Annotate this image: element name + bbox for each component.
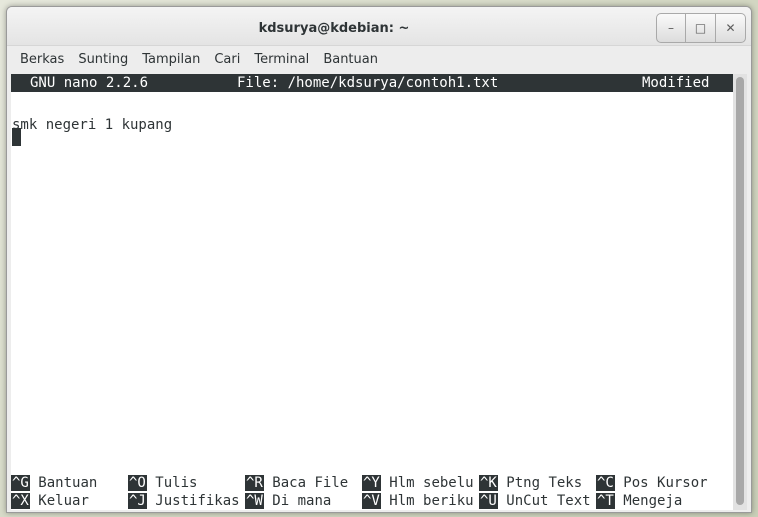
menu-berkas[interactable]: Berkas — [13, 50, 71, 69]
shortcut-help[interactable]: ^G Bantuan — [11, 474, 97, 492]
nano-header-bar: GNU nano 2.2.6 File: /home/kdsurya/conto… — [11, 74, 733, 92]
window-controls: – □ ✕ — [656, 13, 748, 43]
menu-terminal[interactable]: Terminal — [247, 50, 316, 69]
vertical-scrollbar[interactable] — [733, 74, 747, 510]
nano-shortcut-bar: ^G Bantuan ^O Tulis ^R Baca File ^Y Hlm … — [11, 474, 733, 510]
maximize-button[interactable]: □ — [686, 13, 716, 43]
shortcut-prev-page[interactable]: ^Y Hlm sebelu — [362, 474, 474, 492]
terminal-window: kdsurya@kdebian: ~ – □ ✕ Berkas Sunting … — [6, 6, 752, 513]
maximize-icon: □ — [694, 21, 707, 35]
shortcut-row-1: ^G Bantuan ^O Tulis ^R Baca File ^Y Hlm … — [11, 474, 733, 492]
menu-bar: Berkas Sunting Tampilan Cari Terminal Ba… — [7, 46, 751, 72]
menu-cari[interactable]: Cari — [207, 50, 247, 69]
shortcut-uncut-text[interactable]: ^U UnCut Text — [479, 492, 591, 510]
menu-bantuan[interactable]: Bantuan — [316, 50, 385, 69]
nano-version: GNU nano 2.2.6 — [30, 75, 149, 91]
shortcut-read-file[interactable]: ^R Baca File — [245, 474, 348, 492]
close-button[interactable]: ✕ — [716, 13, 746, 43]
close-icon: ✕ — [725, 21, 736, 35]
text-cursor — [12, 128, 21, 146]
shortcut-spell[interactable]: ^T Mengeja — [596, 492, 682, 510]
shortcut-cut-text[interactable]: ^K Ptng Teks — [479, 474, 582, 492]
minimize-button[interactable]: – — [656, 13, 686, 43]
shortcut-justify[interactable]: ^J Justifikas — [128, 492, 240, 510]
scrollbar-thumb[interactable] — [736, 77, 744, 505]
menu-sunting[interactable]: Sunting — [71, 50, 135, 69]
content-line: smk negeri 1 kupang — [12, 117, 173, 133]
shortcut-exit[interactable]: ^X Keluar — [11, 492, 89, 510]
title-bar[interactable]: kdsurya@kdebian: ~ – □ ✕ — [7, 7, 751, 46]
nano-file-name: File: /home/kdsurya/contoh1.txt — [237, 75, 499, 91]
shortcut-write-out[interactable]: ^O Tulis — [128, 474, 197, 492]
terminal-area[interactable]: GNU nano 2.2.6 File: /home/kdsurya/conto… — [11, 74, 733, 510]
minimize-icon: – — [668, 21, 674, 35]
window-title: kdsurya@kdebian: ~ — [258, 21, 410, 36]
shortcut-cursor-pos[interactable]: ^C Pos Kursor — [596, 474, 708, 492]
menu-tampilan[interactable]: Tampilan — [135, 50, 207, 69]
shortcut-where-is[interactable]: ^W Di mana — [245, 492, 331, 510]
shortcut-row-2: ^X Keluar ^J Justifikas ^W Di mana ^V Hl… — [11, 492, 733, 510]
nano-status: Modified — [642, 75, 710, 91]
shortcut-next-page[interactable]: ^V Hlm beriku — [362, 492, 474, 510]
